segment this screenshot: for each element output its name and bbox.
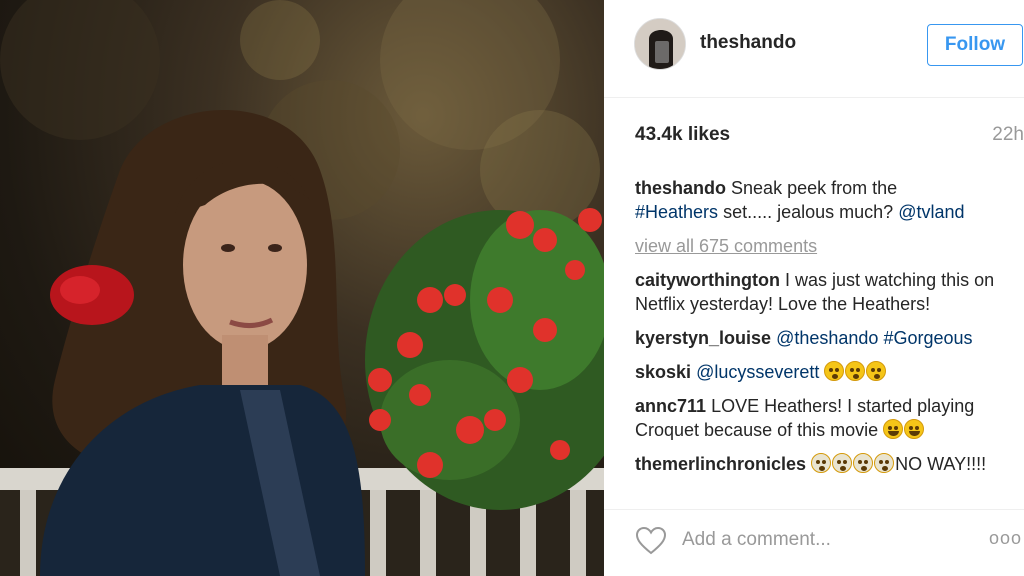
post-side-panel: theshando Follow 43.4k likes 22h theshan… xyxy=(604,0,1024,576)
comment-footer: ooo xyxy=(604,509,1024,576)
caption-mention[interactable]: @tvland xyxy=(898,202,964,222)
comment-hashtag[interactable]: #Gorgeous xyxy=(883,328,972,348)
comment-user[interactable]: kyerstyn_louise xyxy=(635,328,771,348)
comment-mention[interactable]: @theshando xyxy=(776,328,878,348)
comment-item: annc711 LOVE Heathers! I started playing… xyxy=(635,394,1021,442)
post-header: theshando Follow xyxy=(604,0,1024,98)
comments-list[interactable]: theshando Sneak peek from the #Heathers … xyxy=(635,176,1021,494)
astonished-emoji-icon xyxy=(866,361,887,381)
post-photo[interactable] xyxy=(0,0,604,576)
more-options-icon[interactable]: ooo xyxy=(989,528,1022,549)
username[interactable]: theshando xyxy=(700,32,796,54)
caption-text-after: set..... jealous much? xyxy=(723,202,894,222)
comment-user[interactable]: skoski xyxy=(635,362,691,382)
heart-icon[interactable] xyxy=(635,526,667,556)
comment-item: skoski @lucysseverett xyxy=(635,360,1021,384)
comment-user[interactable]: themerlinchronicles xyxy=(635,454,806,474)
comment-user[interactable]: annc711 xyxy=(635,396,706,416)
tears-of-joy-emoji-icon xyxy=(904,419,925,439)
add-comment-input[interactable] xyxy=(682,524,972,556)
comment-item: caityworthington I was just watching thi… xyxy=(635,268,1021,316)
screaming-emoji-icon xyxy=(874,453,895,473)
likes-row: 43.4k likes 22h xyxy=(635,124,1024,150)
tears-of-joy-emoji-icon xyxy=(883,419,904,439)
follow-button[interactable]: Follow xyxy=(927,24,1023,66)
comment-item: kyerstyn_louise @theshando #Gorgeous xyxy=(635,326,1021,350)
astonished-emoji-icon xyxy=(824,361,845,381)
comment-user[interactable]: caityworthington xyxy=(635,270,780,290)
caption-hashtag[interactable]: #Heathers xyxy=(635,202,718,222)
comment-text: NO WAY!!!! xyxy=(895,454,987,474)
view-all-comments-link[interactable]: view all 675 comments xyxy=(635,234,1021,258)
likes-count[interactable]: 43.4k likes xyxy=(635,124,730,146)
post-time[interactable]: 22h xyxy=(992,124,1024,146)
screaming-emoji-icon xyxy=(832,453,853,473)
astonished-emoji-icon xyxy=(845,361,866,381)
comment-mention[interactable]: @lucysseverett xyxy=(696,362,819,382)
caption: theshando Sneak peek from the #Heathers … xyxy=(635,176,1021,224)
screaming-emoji-icon xyxy=(853,453,874,473)
caption-user[interactable]: theshando xyxy=(635,178,726,198)
comment-item: themerlinchronicles NO WAY!!!! xyxy=(635,452,1021,476)
avatar-image xyxy=(635,19,685,69)
caption-text: Sneak peek from the xyxy=(731,178,898,198)
screaming-emoji-icon xyxy=(811,453,832,473)
avatar[interactable] xyxy=(634,18,686,70)
post-photo-illustration xyxy=(0,0,604,576)
